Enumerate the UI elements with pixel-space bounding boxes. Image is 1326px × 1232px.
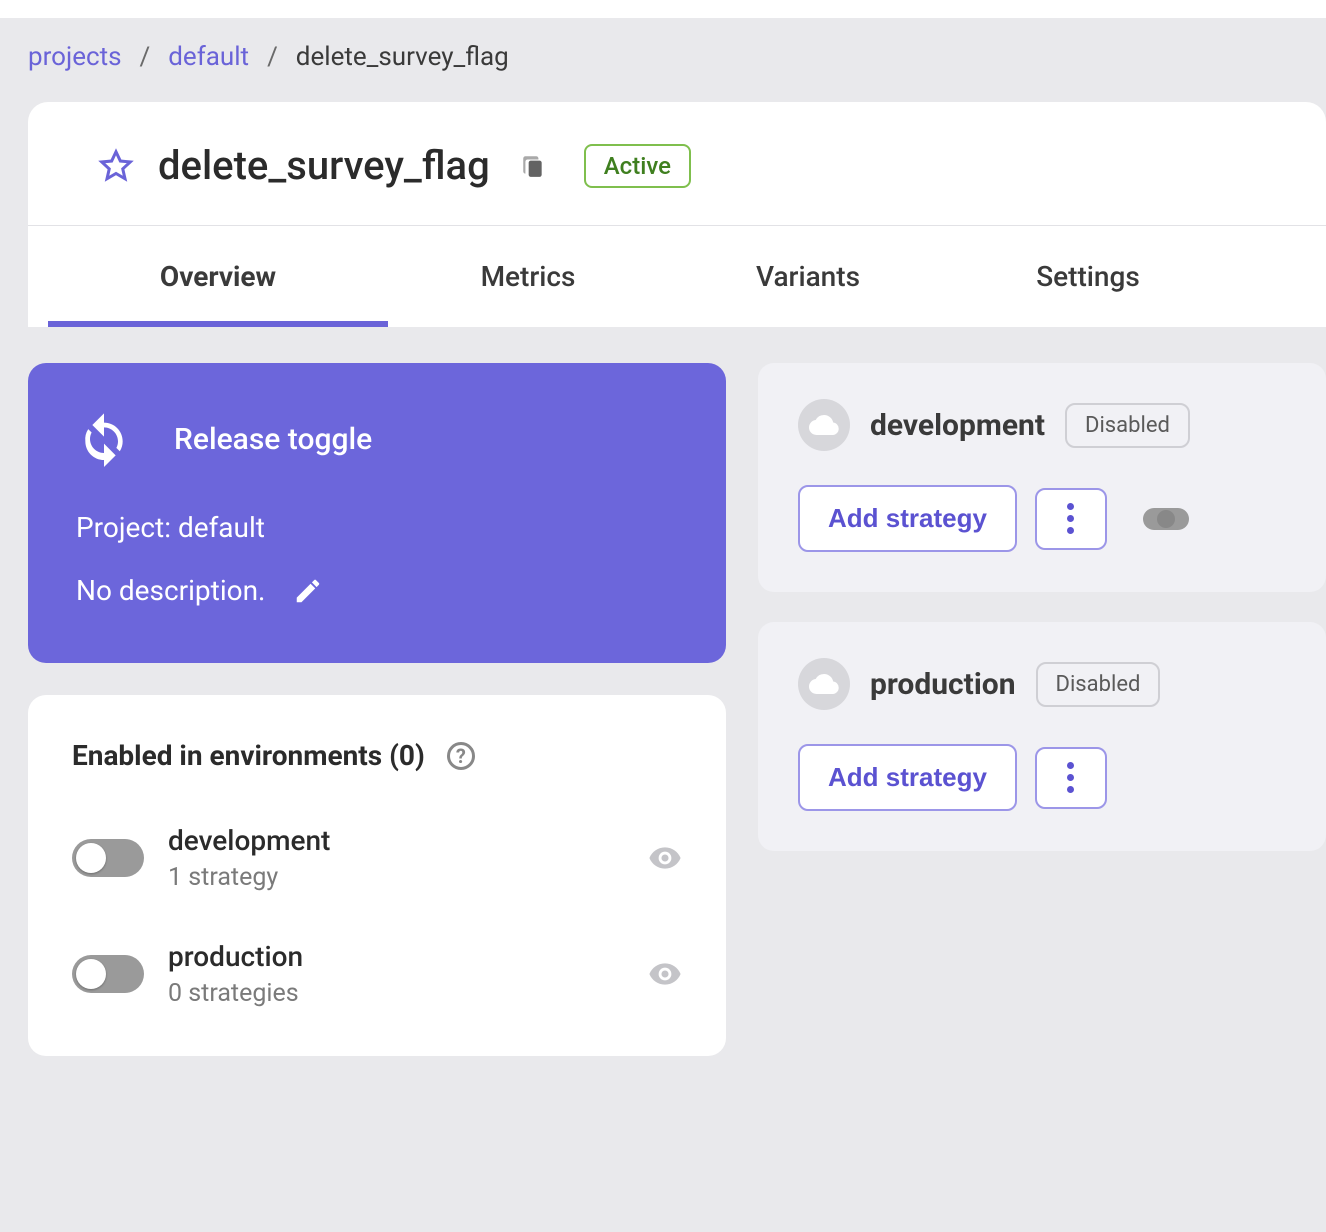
cloud-icon	[798, 399, 850, 451]
breadcrumb-projects[interactable]: projects	[28, 42, 122, 72]
tab-settings[interactable]: Settings	[948, 226, 1228, 327]
dots-icon	[1067, 762, 1074, 793]
env-sub: 0 strategies	[168, 979, 624, 1008]
tabs: Overview Metrics Variants Settings	[28, 226, 1326, 327]
release-toggle-label: Release toggle	[174, 422, 372, 457]
breadcrumb-sep: /	[140, 42, 151, 72]
env-panel-name: development	[870, 408, 1045, 443]
env-sub: 1 strategy	[168, 863, 624, 892]
add-strategy-button[interactable]: Add strategy	[798, 485, 1017, 552]
cycle-icon	[76, 411, 132, 467]
env-mini-toggle[interactable]	[1143, 508, 1189, 530]
env-panel-name: production	[870, 667, 1016, 702]
env-status-pill: Disabled	[1036, 662, 1161, 707]
tab-metrics[interactable]: Metrics	[388, 226, 668, 327]
more-button[interactable]	[1035, 488, 1107, 550]
edit-icon[interactable]	[293, 576, 323, 606]
env-status-pill: Disabled	[1065, 403, 1190, 448]
flag-card: delete_survey_flag Active Overview Metri…	[28, 102, 1326, 327]
env-toggle-production[interactable]	[72, 955, 144, 993]
flag-header: delete_survey_flag Active	[28, 102, 1326, 226]
breadcrumb-sep: /	[267, 42, 278, 72]
env-list-item: development 1 strategy	[72, 800, 682, 916]
description-text: No description.	[76, 574, 265, 607]
enabled-environments-card: Enabled in environments (0) ? developmen…	[28, 695, 726, 1056]
env-panel-production: production Disabled Add strategy	[758, 622, 1326, 851]
copy-icon[interactable]	[520, 151, 546, 181]
breadcrumb-current: delete_survey_flag	[296, 42, 509, 72]
env-panel-development: development Disabled Add strategy	[758, 363, 1326, 592]
env-name: production	[168, 940, 624, 973]
add-strategy-button[interactable]: Add strategy	[798, 744, 1017, 811]
breadcrumb: projects / default / delete_survey_flag	[0, 18, 1326, 102]
enabled-environments-title: Enabled in environments (0)	[72, 739, 425, 772]
status-badge: Active	[584, 144, 691, 188]
tab-overview[interactable]: Overview	[48, 226, 388, 327]
more-button[interactable]	[1035, 747, 1107, 809]
star-icon[interactable]	[98, 148, 134, 184]
flag-title: delete_survey_flag	[158, 142, 490, 189]
help-icon[interactable]: ?	[447, 742, 475, 770]
tab-variants[interactable]: Variants	[668, 226, 948, 327]
env-list-item: production 0 strategies	[72, 916, 682, 1032]
eye-icon[interactable]	[648, 957, 682, 991]
dots-icon	[1067, 503, 1074, 534]
env-toggle-development[interactable]	[72, 839, 144, 877]
env-name: development	[168, 824, 624, 857]
cloud-icon	[798, 658, 850, 710]
project-line: Project: default	[76, 511, 678, 544]
eye-icon[interactable]	[648, 841, 682, 875]
release-toggle-card: Release toggle Project: default No descr…	[28, 363, 726, 663]
breadcrumb-default[interactable]: default	[168, 42, 249, 72]
